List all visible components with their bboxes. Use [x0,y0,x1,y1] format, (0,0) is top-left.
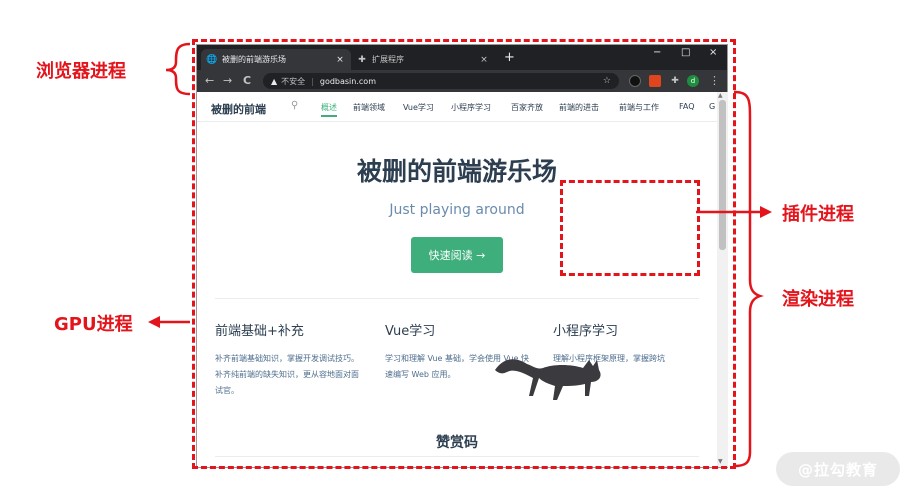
gpu-process-label: GPU进程 [54,314,133,335]
annotation-arrows [148,42,772,468]
browser-process-label: 浏览器进程 [36,61,126,82]
plugin-process-label: 插件进程 [782,204,854,225]
watermark: @拉勾教育 [776,452,900,486]
render-process-label: 渲染进程 [782,289,854,310]
